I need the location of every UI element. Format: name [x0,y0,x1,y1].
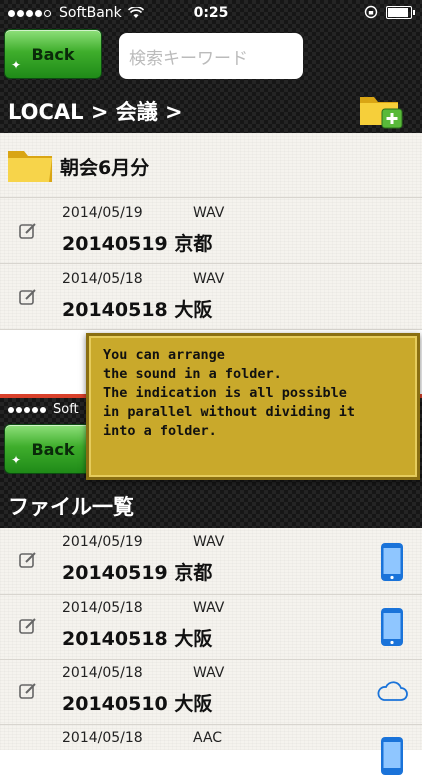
second-status-bar: Soft [8,402,79,417]
back-button[interactable]: Back ✦ [4,29,102,79]
cloud-icon [377,681,408,701]
page-title: ファイル一覧 [8,495,134,519]
file-format: WAV [193,205,225,221]
add-folder-icon[interactable] [358,89,404,129]
file-row[interactable]: 2014/05/18 WAV 20140518 大阪 [0,263,422,330]
phone-icon [381,737,403,775]
tooltip-line: The indication is all possible [103,385,347,401]
file-date: 2014/05/18 [62,665,143,681]
sparkle-icon: ✦ [11,453,22,467]
file-row[interactable]: 2014/05/18 WAV 20140510 大阪 [0,659,422,725]
file-name: 20140518 大阪 [62,628,213,650]
file-date: 2014/05/19 [62,534,143,550]
tooltip-line: into a folder. [103,423,217,439]
file-format: WAV [193,534,225,550]
phone-icon [381,608,403,646]
sparkle-icon: ✦ [11,58,22,72]
file-date: 2014/05/18 [62,600,143,616]
file-row[interactable]: 2014/05/18 WAV 20140518 大阪 [0,594,422,660]
file-row[interactable]: 2014/05/18 AAC [0,724,422,775]
edit-icon[interactable] [18,550,38,570]
signal-dots-icon [8,402,48,417]
file-name: 20140519 京都 [62,233,213,255]
file-format: WAV [193,271,225,287]
file-date: 2014/05/18 [62,730,143,746]
carrier-label: Soft [53,402,79,417]
file-row[interactable]: 2014/05/19 WAV 20140519 京都 [0,528,422,595]
file-format: AAC [193,730,223,746]
file-name: 20140519 京都 [62,562,213,584]
edit-icon[interactable] [18,221,38,241]
file-name: 20140518 大阪 [62,299,213,321]
file-date: 2014/05/18 [62,271,143,287]
file-date: 2014/05/19 [62,205,143,221]
edit-icon[interactable] [18,616,38,636]
rotation-lock-icon [364,5,378,19]
file-format: WAV [193,665,225,681]
tooltip-line: You can arrange [103,347,225,363]
tooltip-panel: You can arrange the sound in a folder. T… [86,333,420,480]
top-header: SoftBank 0:25 Back ✦ 検索キーワード LOCAL > 会議 … [0,0,422,133]
file-list: 2014/05/19 WAV 20140519 京都 2014/05/18 WA… [0,528,422,775]
phone-icon [381,543,403,581]
file-format: WAV [193,600,225,616]
edit-icon[interactable] [18,287,38,307]
file-name: 20140510 大阪 [62,693,213,715]
tooltip-line: the sound in a folder. [103,366,282,382]
folder-name: 朝会6月分 [60,157,150,179]
breadcrumb: LOCAL > 会議 > [8,100,183,124]
file-row[interactable]: 2014/05/19 WAV 20140519 京都 [0,197,422,264]
battery-icon [386,5,415,19]
edit-icon[interactable] [18,681,38,701]
folder-icon [8,151,52,182]
status-time: 0:25 [193,5,229,21]
status-bar: SoftBank 0:25 [0,0,422,26]
tooltip-line: in parallel without dividing it [103,404,355,420]
search-input[interactable]: 検索キーワード [119,33,303,79]
folder-row[interactable]: 朝会6月分 [0,133,422,198]
